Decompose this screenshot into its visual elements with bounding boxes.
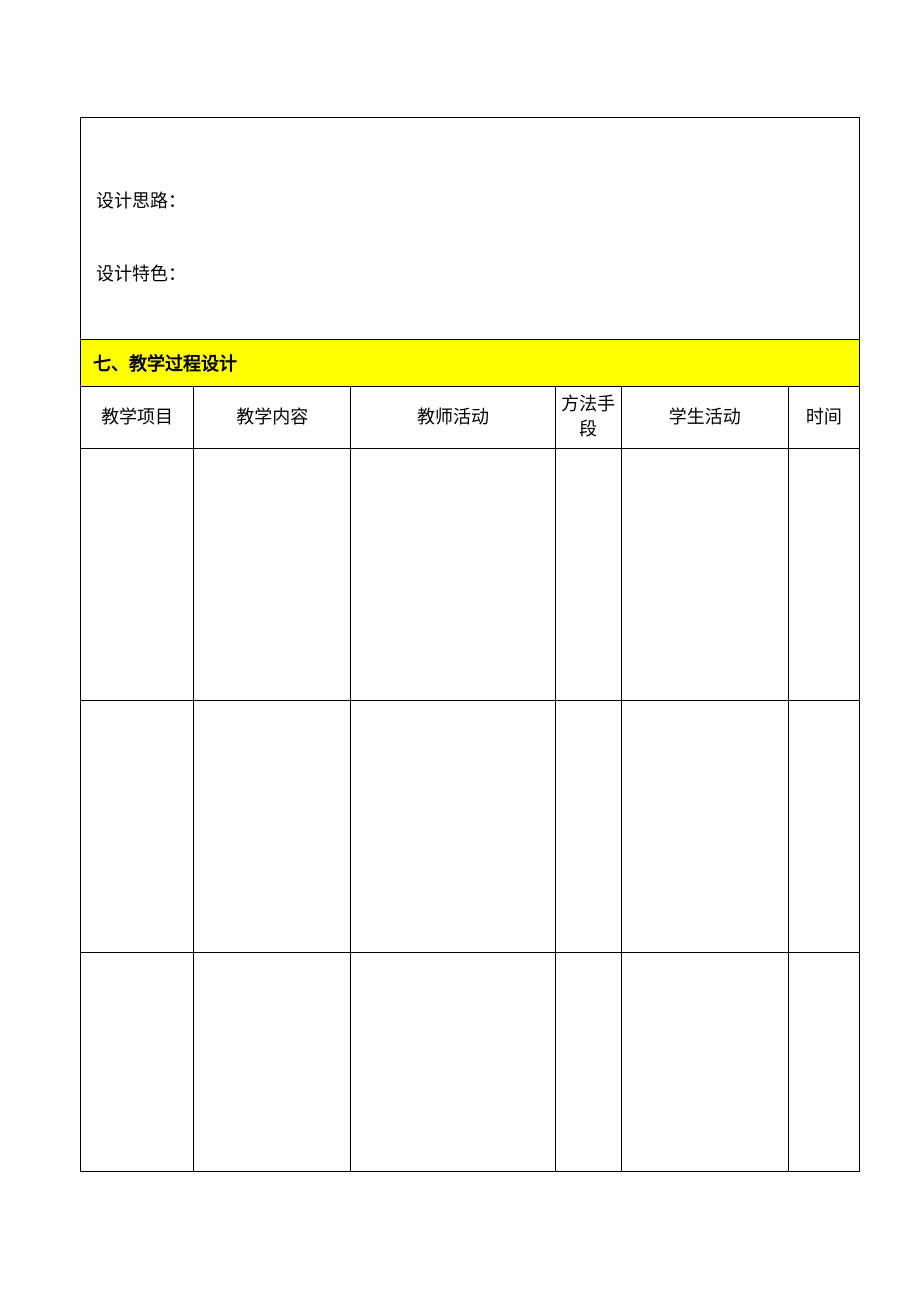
- cell: [621, 448, 788, 700]
- cell: [555, 952, 621, 1171]
- cell: [555, 700, 621, 952]
- cell: [194, 448, 351, 700]
- header-method: 方法手段: [555, 386, 621, 448]
- header-student-activity: 学生活动: [621, 386, 788, 448]
- header-teacher-activity: 教师活动: [351, 386, 555, 448]
- cell: [621, 952, 788, 1171]
- design-feature-label: 设计特色：: [96, 260, 844, 289]
- cell: [81, 448, 194, 700]
- table-row: [81, 448, 860, 700]
- cell: [351, 448, 555, 700]
- design-thinking-label: 设计思路：: [96, 187, 844, 216]
- cell: [81, 952, 194, 1171]
- table-row: [81, 700, 860, 952]
- cell: [81, 700, 194, 952]
- header-teaching-item: 教学项目: [81, 386, 194, 448]
- cell: [788, 700, 859, 952]
- header-teaching-content: 教学内容: [194, 386, 351, 448]
- cell: [621, 700, 788, 952]
- page-content: 设计思路： 设计特色： 七、教学过程设计 教学项目 教学内容 教师活动 方法手段…: [80, 117, 860, 1172]
- cell: [194, 952, 351, 1171]
- cell: [788, 448, 859, 700]
- cell: [194, 700, 351, 952]
- top-section-inner: 设计思路： 设计特色：: [81, 118, 859, 339]
- cell: [351, 700, 555, 952]
- teaching-process-table: 教学项目 教学内容 教师活动 方法手段 学生活动 时间: [80, 386, 860, 1172]
- cell: [351, 952, 555, 1171]
- header-time: 时间: [788, 386, 859, 448]
- cell: [788, 952, 859, 1171]
- table-header-row: 教学项目 教学内容 教师活动 方法手段 学生活动 时间: [81, 386, 860, 448]
- table-row: [81, 952, 860, 1171]
- section-header: 七、教学过程设计: [80, 339, 860, 386]
- top-section: 设计思路： 设计特色：: [80, 117, 860, 339]
- cell: [555, 448, 621, 700]
